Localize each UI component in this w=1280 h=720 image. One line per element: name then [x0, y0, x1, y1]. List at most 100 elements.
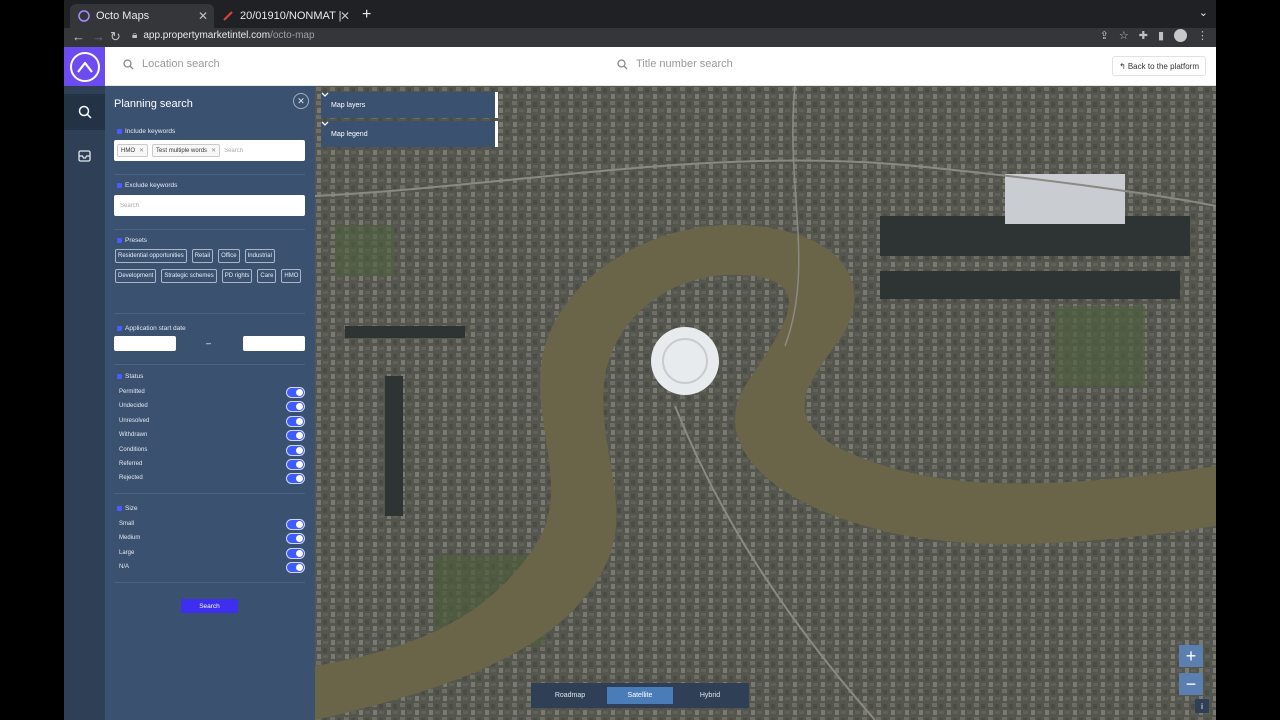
reload-icon[interactable]: ↻ [110, 29, 121, 45]
status-toggle[interactable] [286, 472, 305, 484]
map-type-satellite[interactable]: Satellite [607, 687, 673, 704]
preset-tag[interactable]: Care [257, 269, 277, 283]
status-toggle-row: Undecided [119, 400, 305, 412]
tab-close-icon[interactable]: ✕ [340, 9, 350, 23]
preset-tag[interactable]: Industrial [244, 249, 275, 263]
status-toggle-row: Rejected [119, 472, 305, 484]
size-toggle-row: Small [119, 518, 305, 530]
divider [114, 229, 305, 230]
size-label: Size [117, 505, 138, 512]
map-type-hybrid[interactable]: Hybrid [677, 687, 743, 704]
back-arrow-icon[interactable]: ← [72, 29, 85, 44]
forward-arrow-icon[interactable]: → [92, 29, 105, 44]
left-rail [64, 47, 105, 720]
status-toggle-row: Withdrawn [119, 429, 305, 441]
size-toggle[interactable] [286, 561, 305, 573]
map-layers-label: Map layers [331, 101, 366, 109]
divider [114, 313, 305, 314]
close-icon[interactable]: ✕ [211, 147, 216, 154]
star-icon[interactable]: ☆ [1119, 29, 1129, 42]
url-host: app.propertymarketintel.com [143, 30, 271, 41]
location-search-input[interactable] [142, 58, 362, 70]
new-tab-icon[interactable]: + [362, 6, 371, 24]
search-icon [123, 58, 134, 69]
map-legend-label: Map legend [331, 130, 368, 138]
exclude-keywords-field[interactable] [114, 195, 305, 216]
preset-tag[interactable]: Retail [191, 249, 214, 263]
divider [114, 174, 305, 175]
exclude-keywords-label: Exclude keywords [117, 182, 177, 189]
preset-tag[interactable]: HMO [281, 269, 302, 283]
status-toggle[interactable] [286, 429, 305, 441]
presets-label: Presets [117, 237, 147, 244]
tab-title: Octo Maps [96, 10, 150, 22]
divider [114, 493, 305, 494]
preset-tag[interactable]: Residential opportunities [115, 249, 187, 263]
menu-icon[interactable]: ⋮ [1197, 29, 1208, 42]
tab-close-icon[interactable]: ✕ [198, 9, 208, 23]
exclude-keywords-input[interactable] [120, 202, 180, 209]
size-toggle[interactable] [286, 532, 305, 544]
include-keywords-input[interactable] [224, 147, 285, 154]
status-toggle-row: Unresolved [119, 415, 305, 427]
preset-tag[interactable]: Strategic schemes [161, 269, 217, 283]
browser-toolbar: ⇪ ☆ ✚ ▮ ⋮ [1100, 29, 1208, 42]
preset-tag[interactable]: PD rights [221, 269, 253, 283]
back-to-platform-button[interactable]: ↰ Back to the platform [1112, 56, 1206, 76]
rail-inbox-button[interactable] [64, 138, 105, 174]
side-panel-icon[interactable]: ▮ [1158, 29, 1164, 42]
status-label: Status [117, 373, 143, 380]
status-toggle[interactable] [286, 444, 305, 456]
size-toggle[interactable] [286, 547, 305, 559]
status-toggle[interactable] [286, 458, 305, 470]
map-imagery [315, 86, 1216, 720]
section-marker-icon [117, 238, 122, 243]
section-marker-icon [117, 183, 122, 188]
tab-planning-application[interactable]: 20/01910/NONMAT | Non-mate ✕ [214, 4, 356, 28]
start-date-to-input[interactable] [243, 336, 305, 351]
close-icon[interactable]: ✕ [139, 147, 144, 154]
size-toggle-row: N/A [119, 561, 305, 573]
planning-favicon-icon [222, 10, 234, 22]
map-type-switcher: Roadmap Satellite Hybrid [531, 683, 749, 708]
include-keywords-label: Include keywords [117, 128, 175, 135]
zoom-out-button[interactable]: − [1179, 673, 1203, 695]
tab-octo-maps[interactable]: Octo Maps ✕ [70, 4, 214, 28]
title-number-search-input[interactable] [636, 58, 856, 70]
address-bar: ← → ↻ 🔒︎ app.propertymarketintel.com/octo… [64, 28, 1216, 47]
planning-search-button[interactable]: Search [181, 599, 238, 613]
date-separator: – [206, 338, 212, 348]
rail-search-button[interactable] [64, 94, 105, 130]
panel-title: Planning search [114, 98, 193, 110]
size-toggle[interactable] [286, 518, 305, 530]
share-icon[interactable]: ⇪ [1100, 29, 1109, 42]
top-search-bar: ↰Back to the platform [105, 47, 1216, 86]
url-field[interactable]: 🔒︎ app.propertymarketintel.com/octo-map [132, 30, 315, 41]
presets-list: Residential opportunities Retail Office … [115, 249, 307, 283]
keyword-chip[interactable]: HMO ✕ [117, 144, 149, 157]
status-toggle[interactable] [286, 400, 305, 412]
include-keywords-field[interactable]: HMO ✕ Test multiple words ✕ [114, 140, 305, 161]
map-info-button[interactable]: i [1195, 699, 1209, 713]
zoom-in-button[interactable]: + [1179, 645, 1203, 667]
preset-tag[interactable]: Development [115, 269, 157, 283]
logo-ring-icon [69, 51, 100, 82]
profile-avatar[interactable] [1174, 29, 1187, 42]
tab-search-chevron-icon[interactable]: ⌄ [1199, 6, 1208, 19]
status-toggle[interactable] [286, 386, 305, 398]
close-icon[interactable]: ✕ [293, 93, 309, 109]
back-to-platform-label: Back to the platform [1127, 61, 1199, 71]
search-icon [617, 58, 628, 69]
keyword-chip[interactable]: Test multiple words ✕ [152, 144, 221, 157]
status-toggle[interactable] [286, 415, 305, 427]
map-layers-dropdown[interactable]: Map layers [321, 92, 498, 118]
start-date-from-input[interactable] [114, 336, 176, 351]
map-legend-dropdown[interactable]: Map legend [321, 121, 498, 147]
url-path: /octo-map [270, 30, 315, 41]
satellite-map[interactable]: Map layers Map legend Roadmap Satellite … [315, 86, 1216, 720]
section-marker-icon [117, 129, 122, 134]
map-type-roadmap[interactable]: Roadmap [537, 687, 603, 704]
octo-logo[interactable] [64, 47, 105, 86]
extensions-icon[interactable]: ✚ [1139, 29, 1148, 42]
preset-tag[interactable]: Office [218, 249, 240, 263]
